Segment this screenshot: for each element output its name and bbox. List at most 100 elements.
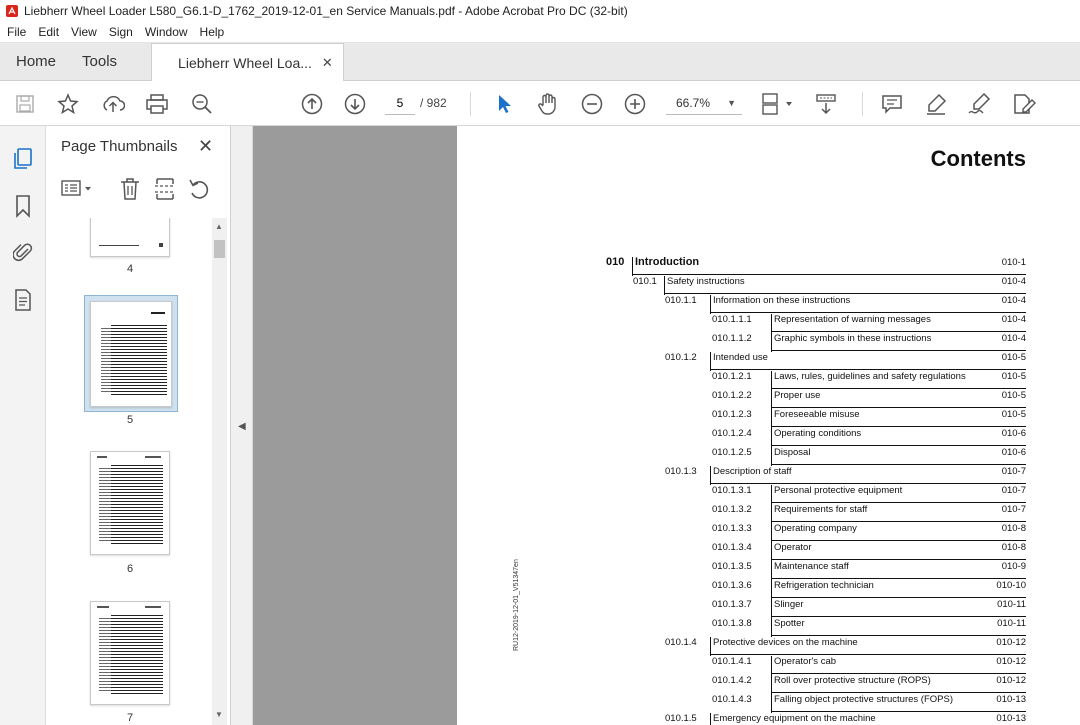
scroll-down-icon[interactable]: ▼ bbox=[215, 710, 223, 719]
toc-title: Requirements for staff bbox=[774, 504, 868, 515]
menu-view[interactable]: View bbox=[64, 25, 102, 39]
toc-page-number: 010-5 bbox=[1001, 390, 1026, 401]
fill-sign-icon[interactable] bbox=[1010, 81, 1038, 126]
toc-page-number: 010-8 bbox=[1001, 523, 1026, 534]
toc-row[interactable]: 010.1.3.3 Operating company 010-8 bbox=[712, 523, 1026, 542]
zoom-level-select[interactable]: 66.7% ▼ bbox=[666, 91, 742, 115]
page-thumbnails-icon[interactable] bbox=[10, 146, 36, 172]
extract-page-icon[interactable] bbox=[153, 176, 177, 207]
page-number-input[interactable] bbox=[385, 91, 415, 115]
sign-icon[interactable] bbox=[966, 81, 994, 126]
page-down-icon[interactable] bbox=[342, 81, 368, 126]
menu-edit[interactable]: Edit bbox=[31, 25, 64, 39]
panel-collapse-bar[interactable]: ◀ bbox=[231, 126, 253, 725]
toc-row[interactable]: 010.1.4.2 Roll over protective structure … bbox=[712, 675, 1026, 694]
toc-row[interactable]: 010.1.4.1 Operator's cab 010-12 bbox=[712, 656, 1026, 675]
toc-row[interactable]: 010.1.2 Intended use 010-5 bbox=[665, 352, 1026, 371]
toc-title: Operator bbox=[774, 542, 812, 553]
print-icon[interactable] bbox=[143, 81, 171, 126]
cloud-upload-icon[interactable] bbox=[99, 81, 127, 126]
toc-row[interactable]: 010.1.3.8 Spotter 010-11 bbox=[712, 618, 1026, 637]
toc-title: Slinger bbox=[774, 599, 804, 610]
toc-row[interactable]: 010.1.3.1 Personal protective equipment 01… bbox=[712, 485, 1026, 504]
thumbnail-options-icon[interactable] bbox=[60, 177, 96, 206]
page-fit-icon[interactable] bbox=[758, 81, 796, 126]
toc-vertical-rule bbox=[771, 599, 772, 618]
scroll-mode-icon[interactable] bbox=[812, 81, 840, 126]
toc-row[interactable]: 010.1.4 Protective devices on the machine… bbox=[665, 637, 1026, 656]
menu-sign[interactable]: Sign bbox=[102, 25, 138, 39]
toc-row[interactable]: 010 Introduction 010-1 bbox=[606, 256, 1026, 276]
toc-row[interactable]: 010.1.3.4 Operator 010-8 bbox=[712, 542, 1026, 561]
toc-page-number: 010-7 bbox=[1001, 466, 1026, 477]
toc-underline bbox=[711, 312, 1026, 313]
toc-row[interactable]: 010.1.3.2 Requirements for staff 010-7 bbox=[712, 504, 1026, 523]
page-up-icon[interactable] bbox=[299, 81, 325, 126]
toc-underline bbox=[665, 293, 1026, 294]
toc-row[interactable]: 010.1.1.1 Representation of warning messa… bbox=[712, 314, 1026, 333]
toc-row[interactable]: 010.1.3 Description of staff 010-7 bbox=[665, 466, 1026, 485]
toc-page-number: 010-11 bbox=[997, 618, 1026, 629]
bookmark-icon[interactable] bbox=[10, 193, 36, 219]
bookmark-star-icon[interactable] bbox=[55, 81, 81, 126]
menu-file[interactable]: File bbox=[0, 25, 31, 39]
menu-window[interactable]: Window bbox=[138, 25, 193, 39]
toc-row[interactable]: 010.1.3.7 Slinger 010-11 bbox=[712, 599, 1026, 618]
highlight-icon[interactable] bbox=[923, 81, 949, 126]
tab-tools[interactable]: Tools bbox=[72, 43, 133, 80]
toc-title: Disposal bbox=[774, 447, 811, 458]
toc-vertical-rule bbox=[771, 390, 772, 409]
search-zoom-icon[interactable] bbox=[188, 81, 216, 126]
toc-title: Representation of warning messages bbox=[774, 314, 931, 325]
toc-row[interactable]: 010.1.4.3 Falling object protective struc… bbox=[712, 694, 1026, 713]
rotate-page-icon[interactable] bbox=[187, 176, 211, 207]
thumbnail-page[interactable] bbox=[90, 451, 170, 555]
thumbnail-scrollbar[interactable]: ▲ ▼ bbox=[212, 218, 227, 725]
delete-page-icon[interactable] bbox=[118, 176, 142, 207]
toc-row[interactable]: 010.1.3.6 Refrigeration technician 010-10 bbox=[712, 580, 1026, 599]
select-cursor-icon[interactable] bbox=[492, 81, 516, 126]
zoom-in-icon[interactable] bbox=[622, 81, 648, 126]
toc-row[interactable]: 010.1 Safety instructions 010-4 bbox=[633, 276, 1026, 295]
toc-row[interactable]: 010.1.2.1 Laws, rules, guidelines and saf… bbox=[712, 371, 1026, 390]
toc-underline bbox=[772, 673, 1026, 674]
toc-row[interactable]: 010.1.3.5 Maintenance staff 010-9 bbox=[712, 561, 1026, 580]
toc-underline bbox=[711, 483, 1026, 484]
attachment-icon[interactable] bbox=[10, 239, 36, 265]
toc-row[interactable]: 010.1.2.4 Operating conditions 010-6 bbox=[712, 428, 1026, 447]
toc-number: 010.1.5 bbox=[665, 713, 697, 724]
toc-row[interactable]: 010.1.1 Information on these instructions… bbox=[665, 295, 1026, 314]
close-tab-icon[interactable]: ✕ bbox=[322, 55, 333, 71]
toc-row[interactable]: 010.1.5 Emergency equipment on the machin… bbox=[665, 713, 1026, 725]
close-panel-icon[interactable]: ✕ bbox=[198, 136, 213, 157]
toc-row[interactable]: 010.1.2.3 Foreseeable misuse 010-5 bbox=[712, 409, 1026, 428]
collapse-arrow-icon[interactable]: ◀ bbox=[238, 421, 246, 432]
save-icon[interactable] bbox=[12, 81, 38, 126]
zoom-out-icon[interactable] bbox=[579, 81, 605, 126]
scroll-thumb[interactable] bbox=[214, 240, 225, 258]
menu-help[interactable]: Help bbox=[193, 25, 230, 39]
toc-title: Refrigeration technician bbox=[774, 580, 874, 591]
thumbnail-label: 4 bbox=[126, 263, 134, 275]
comment-icon[interactable] bbox=[879, 81, 905, 126]
thumbnail-page[interactable] bbox=[90, 301, 172, 407]
toc-row[interactable]: 010.1.2.5 Disposal 010-6 bbox=[712, 447, 1026, 466]
toc-page-number: 010-4 bbox=[1001, 276, 1026, 287]
hand-icon[interactable] bbox=[535, 81, 561, 126]
thumbnail-page[interactable] bbox=[90, 218, 170, 257]
toc-vertical-rule bbox=[771, 523, 772, 542]
tab-document[interactable]: Liebherr Wheel Loa... ✕ bbox=[151, 43, 344, 81]
toc-page-number: 010-9 bbox=[1001, 561, 1026, 572]
toc-page-number: 010-4 bbox=[1001, 295, 1026, 306]
tab-home[interactable]: Home bbox=[0, 43, 72, 80]
thumbnail-page[interactable] bbox=[90, 601, 170, 705]
toc-page-number: 010-6 bbox=[1001, 428, 1026, 439]
scroll-up-icon[interactable]: ▲ bbox=[215, 222, 223, 231]
toc-row[interactable]: 010.1.2.2 Proper use 010-5 bbox=[712, 390, 1026, 409]
toc-page-number: 010-1 bbox=[1001, 257, 1026, 268]
toc-row[interactable]: 010.1.1.2 Graphic symbols in these instru… bbox=[712, 333, 1026, 352]
toc-page-number: 010-12 bbox=[996, 656, 1026, 667]
document-properties-icon[interactable] bbox=[10, 287, 36, 313]
toc-page-number: 010-5 bbox=[1001, 371, 1026, 382]
toc-page-number: 010-12 bbox=[996, 637, 1026, 648]
